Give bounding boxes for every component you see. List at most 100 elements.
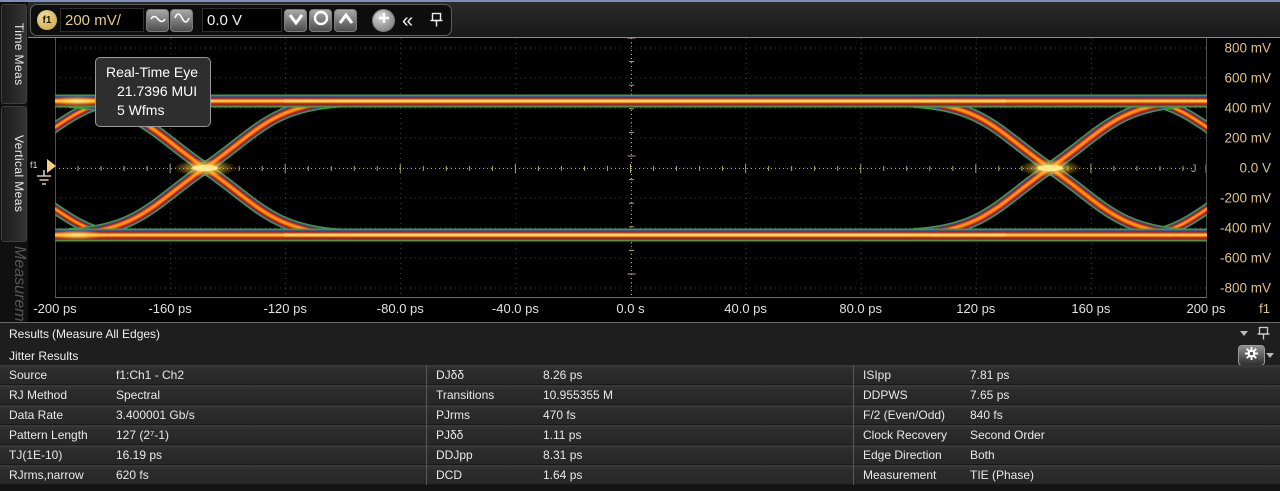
- result-row: ISIpp7.81 ps: [854, 365, 1280, 385]
- j-marker[interactable]: J: [1191, 163, 1197, 175]
- panel-bottom-strip: [0, 485, 1280, 491]
- x-axis-tick-label: 40.0 ps: [724, 301, 767, 316]
- tooltip-title: Real-Time Eye: [106, 63, 198, 82]
- result-label: Measurement: [854, 468, 961, 482]
- result-value: 620 fs: [107, 468, 149, 482]
- panel-pin-icon[interactable]: [1257, 326, 1270, 344]
- settings-menu-chevron-icon[interactable]: [1266, 353, 1274, 358]
- tooltip-wfms: 5 Wfms: [106, 101, 198, 120]
- result-label: TJ(1E-10): [0, 448, 107, 462]
- x-axis-tick-label: 120 ps: [956, 301, 995, 316]
- settings-button[interactable]: [1238, 345, 1265, 366]
- result-label: DJδδ: [427, 368, 534, 382]
- result-label: Data Rate: [0, 408, 107, 422]
- channel-marker-label: f1: [30, 160, 38, 170]
- trace-label-f1: f1: [1259, 301, 1270, 316]
- y-axis-tick-label: -200 mV: [1220, 191, 1271, 206]
- circle-icon: [313, 10, 329, 31]
- result-label: DDPWS: [854, 388, 961, 402]
- result-label: Source: [0, 368, 107, 382]
- waveform-toolbar: f1 200 mV/ 0.0 V: [28, 2, 1280, 38]
- x-axis-tick-label: 200 ps: [1186, 301, 1225, 316]
- result-value: Second Order: [961, 428, 1045, 442]
- result-row: DDJpp8.31 ps: [427, 445, 853, 465]
- result-label: Edge Direction: [854, 448, 961, 462]
- result-row: MeasurementTIE (Phase): [854, 465, 1280, 485]
- tooltip-mui: 21.7396 MUI: [106, 82, 198, 101]
- result-row: Data Rate3.400001 Gb/s: [0, 405, 426, 425]
- vertical-scale-field[interactable]: 200 mV/: [60, 8, 144, 32]
- panel-menu-chevron-icon[interactable]: [1240, 331, 1248, 336]
- result-row: DCD1.64 ps: [427, 465, 853, 485]
- result-value: TIE (Phase): [961, 468, 1034, 482]
- jitter-results-table: Sourcef1:Ch1 - Ch2RJ MethodSpectralData …: [0, 365, 1280, 485]
- result-value: f1:Ch1 - Ch2: [107, 368, 184, 382]
- real-time-eye-waveform[interactable]: J: [55, 38, 1207, 298]
- result-row: Edge DirectionBoth: [854, 445, 1280, 465]
- result-label: DDJpp: [427, 448, 534, 462]
- sidebar: Time Meas Vertical Meas Measurements: [0, 2, 28, 322]
- waveform-small-icon: [150, 12, 166, 30]
- y-axis-tick-label: 0.0 V: [1239, 161, 1271, 176]
- result-value: Spectral: [107, 388, 160, 402]
- result-label: Clock Recovery: [854, 428, 961, 442]
- chevron-down-icon: [288, 12, 304, 30]
- result-value: 7.65 ps: [961, 388, 1009, 402]
- channel-reference-marker[interactable]: f1: [29, 157, 59, 197]
- increase-scale-button[interactable]: [170, 9, 193, 32]
- result-label: RJrms,narrow: [0, 468, 107, 482]
- oscilloscope-app: Time Meas Vertical Meas Measurements f1 …: [0, 0, 1280, 490]
- result-label: Pattern Length: [0, 428, 107, 442]
- offset-zero-button[interactable]: [309, 9, 332, 32]
- result-row: DDPWS7.65 ps: [854, 385, 1280, 405]
- result-row: PJrms470 fs: [427, 405, 853, 425]
- waveform-large-icon: [174, 11, 190, 30]
- collapse-toolbar-button[interactable]: «: [402, 8, 413, 34]
- add-button[interactable]: [372, 9, 395, 32]
- result-value: 1.64 ps: [534, 468, 582, 482]
- result-value: 127 (2⁷-1): [107, 428, 169, 442]
- y-axis-tick-label: 800 mV: [1224, 41, 1271, 56]
- y-axis-tick-label: 400 mV: [1224, 101, 1271, 116]
- result-row: Pattern Length127 (2⁷-1): [0, 425, 426, 445]
- ground-icon: [33, 170, 55, 192]
- result-label: ISIpp: [854, 368, 961, 382]
- x-axis-tick-label: -200 ps: [33, 301, 76, 316]
- result-row: RJ MethodSpectral: [0, 385, 426, 405]
- result-label: PJδδ: [427, 428, 534, 442]
- offset-up-button[interactable]: [334, 9, 357, 32]
- result-value: 7.81 ps: [961, 368, 1009, 382]
- y-axis-tick-label: -600 mV: [1220, 251, 1271, 266]
- sidebar-tab-vertical-meas[interactable]: Vertical Meas: [1, 106, 27, 242]
- result-row: TJ(1E-10)16.19 ps: [0, 445, 426, 465]
- chevron-up-icon: [338, 12, 354, 30]
- x-axis-tick-label: 80.0 ps: [839, 301, 882, 316]
- result-label: RJ Method: [0, 388, 107, 402]
- y-axis-tick-label: 600 mV: [1224, 71, 1271, 86]
- result-value: 8.26 ps: [534, 368, 582, 382]
- jitter-results-label: Jitter Results: [9, 349, 78, 363]
- eye-diagram-plot: J -200 ps-160 ps-120 ps-80.0 ps-40.0 ps0…: [28, 38, 1280, 322]
- result-value: 16.19 ps: [107, 448, 162, 462]
- result-label: F/2 (Even/Odd): [854, 408, 961, 422]
- channel-f1-badge[interactable]: f1: [37, 10, 57, 30]
- x-axis-tick-label: -160 ps: [148, 301, 191, 316]
- y-axis-tick-label: -800 mV: [1220, 281, 1271, 296]
- y-axis-tick-label: 200 mV: [1224, 131, 1271, 146]
- result-value: Both: [961, 448, 995, 462]
- result-row: Transitions10.955355 M: [427, 385, 853, 405]
- offset-down-button[interactable]: [284, 9, 307, 32]
- decrease-scale-button[interactable]: [146, 9, 169, 32]
- result-value: 840 fs: [961, 408, 1003, 422]
- result-label: DCD: [427, 468, 534, 482]
- results-panel: Results (Measure All Edges) Jitter Resul…: [0, 322, 1280, 490]
- x-axis-tick-label: -120 ps: [264, 301, 307, 316]
- vertical-offset-field[interactable]: 0.0 V: [202, 8, 282, 32]
- pin-icon[interactable]: [429, 12, 444, 33]
- result-label: PJrms: [427, 408, 534, 422]
- result-row: PJδδ1.11 ps: [427, 425, 853, 445]
- result-value: 3.400001 Gb/s: [107, 408, 195, 422]
- sidebar-tab-time-meas[interactable]: Time Meas: [1, 4, 27, 104]
- y-axis-tick-label: -400 mV: [1220, 221, 1271, 236]
- result-row: Clock RecoverySecond Order: [854, 425, 1280, 445]
